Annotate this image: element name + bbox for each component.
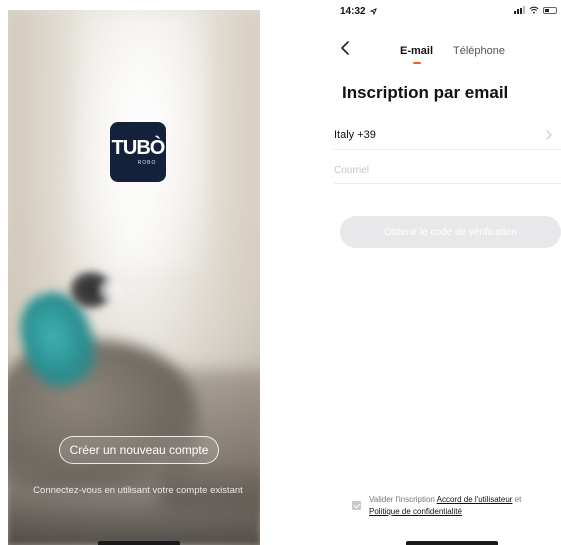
- chevron-left-icon[interactable]: [338, 40, 352, 56]
- privacy-policy-link[interactable]: Politique de confidentialité: [369, 507, 462, 516]
- user-agreement-link[interactable]: Accord de l'utilisateur: [437, 495, 513, 504]
- create-account-button[interactable]: Créer un nouveau compte: [59, 436, 219, 464]
- get-verification-code-button[interactable]: Obtenir le code de vérification: [340, 216, 561, 248]
- background-photo-robot-face: [98, 278, 126, 302]
- app-logo-brand: TUBÒ: [111, 137, 166, 159]
- welcome-screen: TUBÒ ROBO Créer un nouveau compte Connec…: [8, 10, 260, 545]
- background-photo-floor: [8, 465, 260, 545]
- agreement-conjunction: et: [514, 495, 522, 504]
- battery-icon: [543, 6, 557, 14]
- country-value: Italy +39: [334, 128, 376, 141]
- signup-method-tabs: E-mail Téléphone: [400, 45, 505, 64]
- location-arrow-icon: [370, 8, 378, 15]
- wifi-icon: [529, 6, 539, 14]
- email-signup-screen: 14:32 E-mail Téléphone Inscription par e…: [334, 0, 561, 545]
- home-indicator: [98, 541, 180, 545]
- active-tab-indicator: [412, 62, 421, 64]
- agreement-text: Valider l'inscription Accord de l'utilis…: [369, 494, 521, 517]
- tab-email-label: E-mail: [400, 45, 434, 57]
- country-selector[interactable]: Italy +39: [334, 120, 561, 150]
- tab-email[interactable]: E-mail: [400, 45, 434, 64]
- app-logo-subtitle: ROBO: [137, 160, 157, 166]
- login-existing-account-link[interactable]: Connectez-vous en utilisant votre compte…: [12, 485, 260, 496]
- status-time-text: 14:32: [340, 6, 366, 17]
- background-photo-curtain-right: [200, 10, 260, 310]
- terms-agreement: Valider l'inscription Accord de l'utilis…: [352, 494, 561, 517]
- app-logo: TUBÒ ROBO: [110, 122, 166, 182]
- status-icons: [514, 6, 557, 14]
- tab-phone[interactable]: Téléphone: [453, 45, 505, 57]
- status-time: 14:32: [340, 6, 378, 17]
- status-bar: 14:32: [334, 0, 561, 22]
- screenshot-canvas: TUBÒ ROBO Créer un nouveau compte Connec…: [0, 0, 561, 545]
- email-input[interactable]: [334, 158, 561, 184]
- chevron-right-icon: [546, 129, 552, 140]
- agreement-prefix: Valider l'inscription: [369, 495, 435, 504]
- home-indicator: [406, 541, 498, 545]
- cellular-signal-icon: [514, 6, 525, 14]
- page-title: Inscription par email: [342, 83, 509, 102]
- tab-phone-label: Téléphone: [453, 45, 506, 57]
- agree-checkbox[interactable]: [352, 501, 361, 510]
